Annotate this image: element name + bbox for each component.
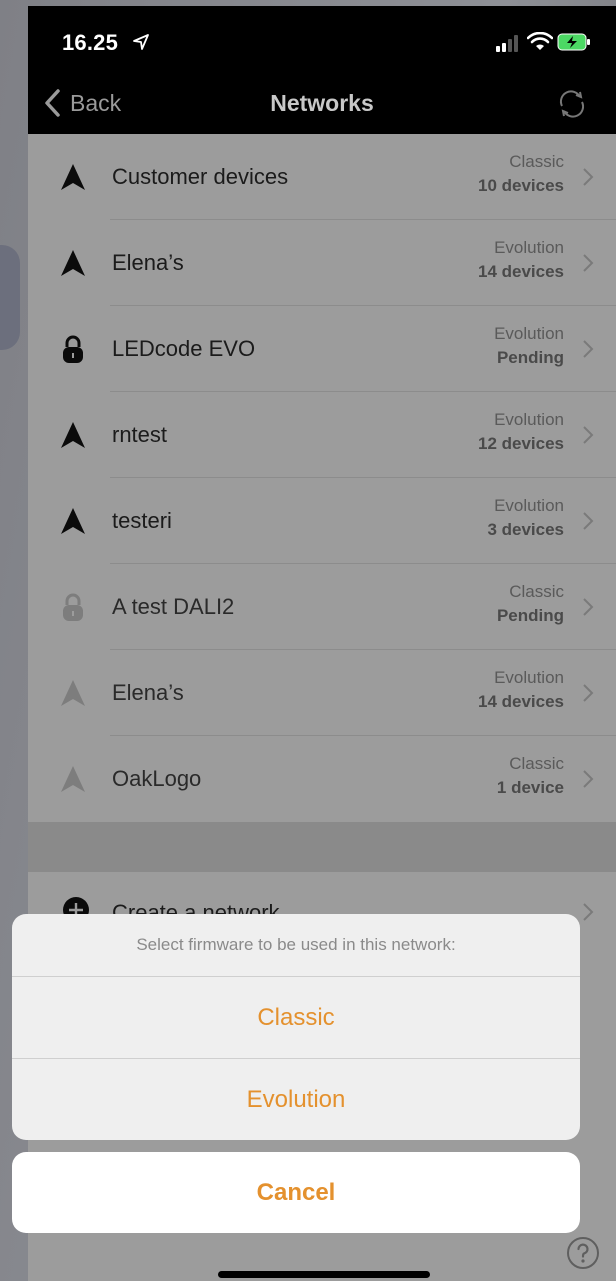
network-name: LEDcode EVO [112, 336, 256, 361]
network-name: A test DALI2 [112, 594, 235, 619]
side-chip [0, 245, 20, 350]
chevron-right-icon [583, 770, 594, 788]
network-firmware: Evolution [494, 324, 564, 343]
chevron-right-icon [583, 598, 594, 616]
network-firmware: Classic [509, 582, 564, 601]
network-device-count: Pending [496, 348, 564, 367]
signal-icon [496, 35, 518, 52]
status-bar: 16.25 [28, 6, 616, 74]
network-device-count: 10 devices [477, 176, 564, 195]
location-arrow-icon [133, 34, 149, 50]
network-row[interactable]: Elena’s Evolution 14 devices [28, 650, 616, 736]
network-name: Customer devices [112, 164, 289, 189]
chevron-right-icon [583, 684, 594, 702]
home-indicator [218, 1271, 430, 1278]
network-row[interactable]: testeri Evolution 3 devices [28, 478, 616, 564]
network-device-count: 3 devices [487, 520, 564, 539]
arrow-logo-icon [61, 766, 85, 792]
network-name: Elena’s [112, 250, 184, 275]
chevron-right-icon [583, 340, 594, 358]
network-row[interactable]: Elena’s Evolution 14 devices [28, 220, 616, 306]
firmware-action-sheet: Select firmware to be used in this netwo… [12, 914, 580, 1140]
network-name: rntest [112, 422, 168, 447]
battery-charging-icon [557, 33, 590, 51]
network-device-count: 12 devices [477, 434, 564, 453]
status-time: 16.25 [62, 30, 119, 55]
network-row[interactable]: A test DALI2 Classic Pending [28, 564, 616, 650]
arrow-logo-icon [61, 250, 85, 276]
evolution-option-button[interactable]: Evolution [12, 1058, 580, 1140]
arrow-logo-icon [61, 680, 85, 706]
chevron-right-icon [583, 512, 594, 530]
network-device-count: Pending [496, 606, 564, 625]
network-name: testeri [112, 508, 172, 533]
network-firmware: Evolution [494, 410, 564, 429]
network-row[interactable]: OakLogo Classic 1 device [28, 736, 616, 822]
wifi-icon [527, 32, 553, 50]
network-firmware: Evolution [494, 238, 564, 257]
network-list: Customer devices Classic 10 devices Elen… [28, 134, 616, 822]
arrow-logo-icon [61, 508, 85, 534]
nav-bar: Back Networks [28, 74, 616, 134]
network-device-count: 1 device [496, 778, 564, 797]
chevron-right-icon [583, 254, 594, 272]
chevron-right-icon [583, 903, 594, 921]
cancel-button[interactable]: Cancel [12, 1152, 580, 1233]
network-row[interactable]: Customer devices Classic 10 devices [28, 134, 616, 220]
network-row[interactable]: rntest Evolution 12 devices [28, 392, 616, 478]
network-name: Elena’s [112, 680, 184, 705]
network-name: OakLogo [112, 766, 202, 791]
network-firmware: Classic [509, 152, 564, 171]
network-firmware: Classic [509, 754, 564, 773]
network-device-count: 14 devices [477, 692, 564, 711]
section-gap [28, 822, 616, 872]
network-device-count: 14 devices [477, 262, 564, 281]
lock-icon [63, 335, 83, 363]
network-row[interactable]: LEDcode EVO Evolution Pending [28, 306, 616, 392]
arrow-logo-icon [61, 164, 85, 190]
page-title: Networks [270, 90, 374, 116]
network-firmware: Evolution [494, 496, 564, 515]
arrow-logo-icon [61, 422, 85, 448]
help-icon[interactable] [566, 1236, 600, 1270]
network-firmware: Evolution [494, 668, 564, 687]
sync-icon[interactable] [556, 88, 588, 120]
chevron-right-icon [583, 426, 594, 444]
classic-option-button[interactable]: Classic [12, 977, 580, 1058]
chevron-right-icon [583, 168, 594, 186]
lock-icon [63, 593, 83, 621]
action-sheet-message: Select firmware to be used in this netwo… [12, 914, 580, 977]
